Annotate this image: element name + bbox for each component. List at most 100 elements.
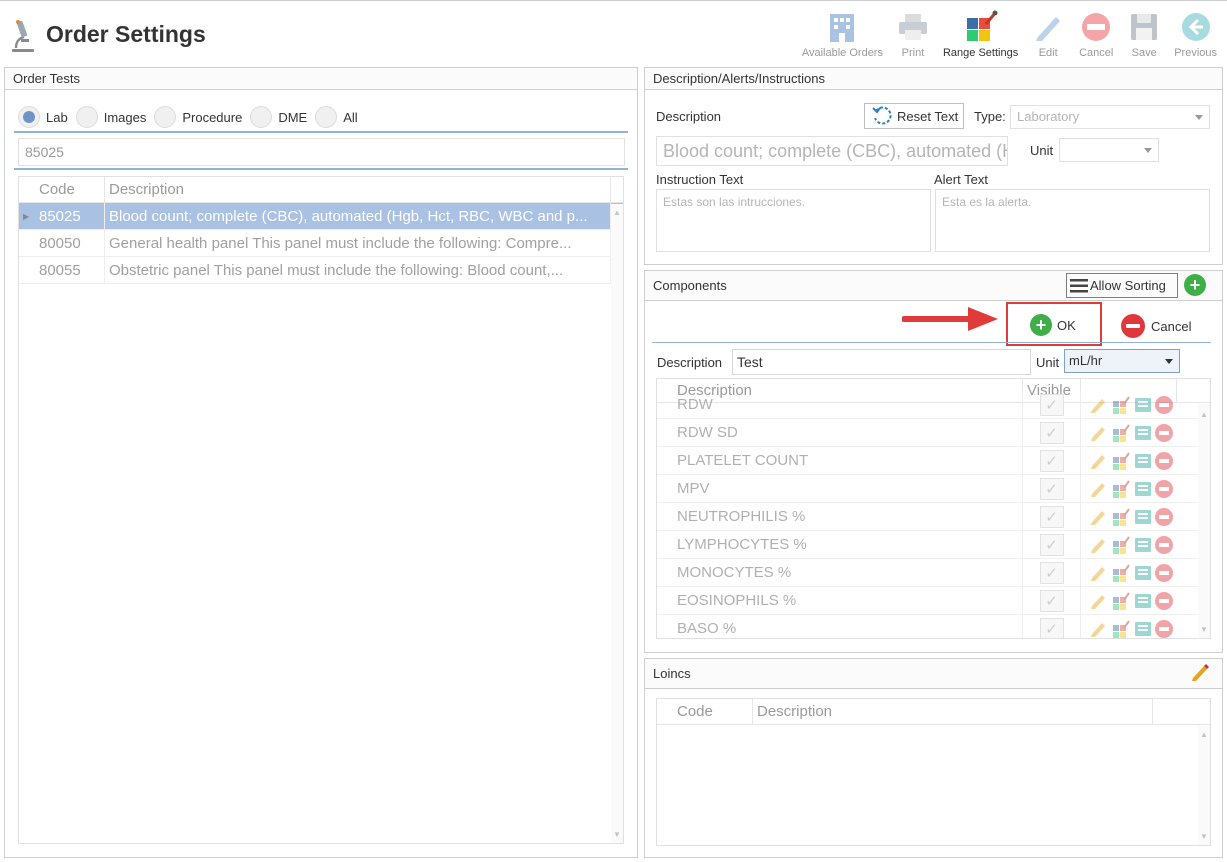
- radio-lab[interactable]: Lab: [18, 106, 72, 128]
- search-input[interactable]: 85025: [18, 138, 625, 166]
- table-row[interactable]: ▶ 85025 Blood count; complete (CBC), aut…: [19, 203, 623, 230]
- edit-row-icon[interactable]: [1089, 395, 1108, 414]
- visible-checkbox[interactable]: ✓: [1039, 505, 1064, 528]
- components-scrollbar[interactable]: ▲ ▼: [1198, 404, 1210, 638]
- delete-row-icon[interactable]: [1155, 535, 1173, 554]
- delete-row-icon[interactable]: [1155, 507, 1173, 526]
- range-row-icon[interactable]: [1111, 451, 1130, 470]
- component-name: MPV: [673, 475, 1023, 502]
- delete-row-icon[interactable]: [1155, 591, 1173, 610]
- list-row-icon[interactable]: [1133, 423, 1152, 442]
- range-row-icon[interactable]: [1111, 507, 1130, 526]
- cancel-toolbar-button[interactable]: Cancel: [1072, 9, 1120, 59]
- delete-row-icon[interactable]: [1155, 423, 1173, 442]
- table-row[interactable]: 80050 General health panel This panel mu…: [19, 230, 623, 257]
- row-actions: [1081, 531, 1177, 558]
- list-row-icon[interactable]: [1133, 507, 1152, 526]
- radio-all[interactable]: All: [315, 106, 361, 128]
- delete-row-icon[interactable]: [1155, 619, 1173, 638]
- scroll-down-icon[interactable]: ▼: [1200, 625, 1208, 634]
- range-settings-button[interactable]: Range Settings: [937, 9, 1024, 59]
- edit-row-icon[interactable]: [1089, 423, 1108, 442]
- delete-row-icon[interactable]: [1155, 451, 1173, 470]
- edit-row-icon[interactable]: [1089, 507, 1108, 526]
- allow-sorting-button[interactable]: Allow Sorting: [1066, 273, 1178, 298]
- radio-dme[interactable]: DME: [250, 106, 311, 128]
- grid-scrollbar[interactable]: ▲ ▼: [611, 204, 623, 843]
- visible-checkbox[interactable]: ✓: [1039, 393, 1064, 416]
- component-name: RDW SD: [673, 419, 1023, 446]
- component-unit-select[interactable]: mL/hr: [1064, 349, 1180, 373]
- edit-row-icon[interactable]: [1089, 591, 1108, 610]
- unit-select[interactable]: [1059, 138, 1159, 162]
- type-select[interactable]: Laboratory: [1010, 105, 1210, 129]
- radio-images[interactable]: Images: [75, 106, 151, 128]
- available-orders-button[interactable]: Available Orders: [796, 9, 889, 59]
- visible-checkbox[interactable]: ✓: [1039, 589, 1064, 612]
- save-button[interactable]: Save: [1120, 9, 1168, 59]
- range-settings-icon: [963, 9, 999, 45]
- scroll-up-icon[interactable]: ▲: [1200, 410, 1208, 419]
- column-description[interactable]: Description: [105, 177, 611, 202]
- alert-textarea[interactable]: Esta es la alerta.: [935, 189, 1210, 252]
- range-row-icon[interactable]: [1111, 619, 1130, 638]
- component-row[interactable]: RDW SD ✓: [657, 419, 1210, 447]
- scroll-up-icon[interactable]: ▲: [1200, 730, 1208, 739]
- range-row-icon[interactable]: [1111, 563, 1130, 582]
- ok-button[interactable]: + OK: [1030, 314, 1076, 336]
- component-row[interactable]: MPV ✓: [657, 475, 1210, 503]
- component-description-input[interactable]: Test: [732, 349, 1031, 375]
- visible-checkbox[interactable]: ✓: [1039, 533, 1064, 556]
- list-row-icon[interactable]: [1133, 479, 1152, 498]
- range-row-icon[interactable]: [1111, 591, 1130, 610]
- list-row-icon[interactable]: [1133, 619, 1152, 638]
- list-row-icon[interactable]: [1133, 591, 1152, 610]
- component-row[interactable]: NEUTROPHILIS % ✓: [657, 503, 1210, 531]
- visible-checkbox[interactable]: ✓: [1039, 449, 1064, 472]
- component-row[interactable]: MONOCYTES % ✓: [657, 559, 1210, 587]
- scroll-down-icon[interactable]: ▼: [613, 830, 621, 839]
- list-row-icon[interactable]: [1133, 451, 1152, 470]
- table-row[interactable]: 80055 Obstetric panel This panel must in…: [19, 257, 623, 284]
- list-row-icon[interactable]: [1133, 395, 1152, 414]
- column-loinc-code[interactable]: Code: [673, 699, 753, 724]
- edit-row-icon[interactable]: [1089, 451, 1108, 470]
- range-row-icon[interactable]: [1111, 423, 1130, 442]
- visible-checkbox[interactable]: ✓: [1039, 561, 1064, 584]
- edit-row-icon[interactable]: [1089, 563, 1108, 582]
- visible-checkbox[interactable]: ✓: [1039, 421, 1064, 444]
- component-row[interactable]: EOSINOPHILS % ✓: [657, 587, 1210, 615]
- edit-row-icon[interactable]: [1089, 535, 1108, 554]
- component-row[interactable]: BASO % ✓: [657, 615, 1210, 638]
- delete-row-icon[interactable]: [1155, 563, 1173, 582]
- previous-button[interactable]: Previous: [1168, 9, 1223, 59]
- range-row-icon[interactable]: [1111, 479, 1130, 498]
- instruction-textarea[interactable]: Estas son las intrucciones.: [656, 189, 931, 252]
- delete-row-icon[interactable]: [1155, 395, 1173, 414]
- delete-row-icon[interactable]: [1155, 479, 1173, 498]
- cancel-button[interactable]: Cancel: [1121, 314, 1191, 338]
- component-row[interactable]: PLATELET COUNT ✓: [657, 447, 1210, 475]
- radio-procedure[interactable]: Procedure: [154, 106, 246, 128]
- scroll-up-icon[interactable]: ▲: [613, 208, 621, 217]
- edit-row-icon[interactable]: [1089, 619, 1108, 638]
- print-button[interactable]: Print: [889, 9, 937, 59]
- description-input[interactable]: Blood count; complete (CBC), automated (…: [656, 136, 1008, 166]
- visible-checkbox[interactable]: ✓: [1039, 617, 1064, 638]
- range-row-icon[interactable]: [1111, 535, 1130, 554]
- edit-row-icon[interactable]: [1089, 479, 1108, 498]
- list-row-icon[interactable]: [1133, 563, 1152, 582]
- list-row-icon[interactable]: [1133, 535, 1152, 554]
- reset-text-button[interactable]: Reset Text: [864, 103, 964, 129]
- column-loinc-description[interactable]: Description: [753, 699, 1153, 724]
- loincs-scrollbar[interactable]: ▲ ▼: [1198, 726, 1210, 845]
- component-row[interactable]: LYMPHOCYTES % ✓: [657, 531, 1210, 559]
- edit-button[interactable]: Edit: [1024, 9, 1072, 59]
- column-code[interactable]: Code: [35, 177, 105, 202]
- visible-checkbox[interactable]: ✓: [1039, 477, 1064, 500]
- edit-loincs-icon[interactable]: [1190, 662, 1210, 685]
- range-row-icon[interactable]: [1111, 395, 1130, 414]
- scroll-down-icon[interactable]: ▼: [1200, 832, 1208, 841]
- add-component-icon[interactable]: +: [1184, 274, 1206, 296]
- component-row[interactable]: RDW ✓: [657, 391, 1210, 419]
